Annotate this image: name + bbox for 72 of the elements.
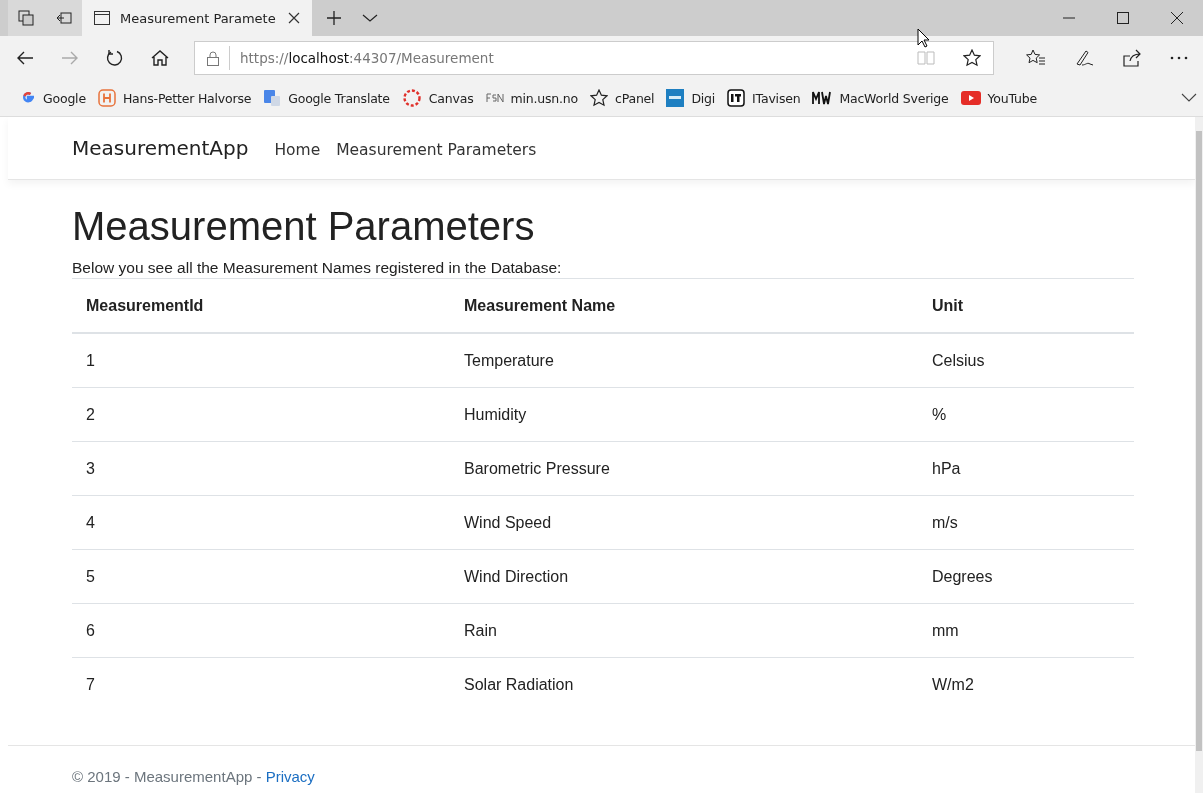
table-cell: m/s (918, 495, 1134, 550)
table-cell: 2 (72, 387, 450, 442)
column-header: Measurement Name (450, 279, 918, 333)
table-cell: 7 (72, 657, 450, 711)
bookmark[interactable]: cPanel (589, 89, 655, 107)
column-header: MeasurementId (72, 279, 450, 333)
table-cell: Solar Radiation (450, 657, 918, 711)
privacy-link[interactable]: Privacy (265, 768, 315, 785)
table-cell: Temperature (450, 333, 918, 388)
chevron-down-icon[interactable] (1181, 93, 1197, 103)
table-cell: % (918, 387, 1134, 442)
favorites-icon[interactable] (1026, 49, 1046, 67)
logo-icon (485, 92, 504, 104)
bookmark[interactable]: YouTube (960, 90, 1037, 106)
table-cell: W/m2 (918, 657, 1134, 711)
table-cell: Barometric Pressure (450, 441, 918, 496)
new-tab-icon[interactable] (326, 10, 342, 26)
chevron-down-icon[interactable] (362, 13, 378, 23)
pen-icon[interactable] (1074, 49, 1094, 67)
table-cell: Celsius (918, 333, 1134, 388)
logo-icon (727, 89, 746, 107)
bookmark[interactable]: ITavisen (727, 89, 801, 107)
column-header: Unit (918, 279, 1134, 333)
star-icon[interactable] (963, 49, 981, 67)
star-icon (589, 89, 608, 107)
table-cell: Wind Speed (450, 495, 918, 550)
bookmark[interactable]: Hans-Petter Halvorse (97, 89, 252, 107)
nav-link[interactable]: Home (274, 141, 321, 159)
browser-tab[interactable]: Measurement Paramete (82, 0, 312, 36)
bookmark[interactable]: MacWorld Sverige (812, 90, 949, 106)
footer-text: © 2019 - MeasurementApp - Privacy (72, 768, 315, 785)
table-cell: 6 (72, 603, 450, 658)
cursor-icon (917, 28, 931, 48)
table-cell: 4 (72, 495, 450, 550)
more-icon[interactable] (1170, 56, 1188, 60)
bookmark[interactable]: Google (20, 90, 86, 106)
table-cell: 3 (72, 441, 450, 496)
share-icon[interactable] (1122, 49, 1142, 67)
bookmark[interactable]: Canvas (401, 88, 474, 108)
close-icon[interactable] (1171, 12, 1183, 24)
back-icon[interactable] (16, 50, 34, 66)
table-cell: Rain (450, 603, 918, 658)
translate-icon (263, 89, 282, 107)
tabs-back-icon[interactable] (56, 10, 72, 26)
bookmark[interactable]: min.usn.no (485, 90, 578, 106)
play-icon (960, 91, 981, 105)
lock-icon (207, 50, 219, 66)
refresh-icon[interactable] (106, 49, 124, 67)
address-field[interactable]: https://localhost:44307/Measurement (194, 41, 994, 75)
ring-icon (401, 88, 422, 108)
table-cell: Degrees (918, 549, 1134, 604)
intro-text: Below you see all the Measurement Names registered in the Database: (72, 259, 1134, 279)
scrollbar[interactable] (1195, 117, 1203, 793)
nav-link[interactable]: Measurement Parameters (336, 141, 537, 159)
table-cell: Wind Direction (450, 549, 918, 604)
page-title: Measurement Parameters (72, 204, 536, 249)
bookmark[interactable]: Digi (666, 89, 716, 107)
tabs-aside-icon[interactable] (18, 10, 34, 26)
table-cell: mm (918, 603, 1134, 658)
home-icon[interactable] (151, 50, 169, 66)
maximize-icon[interactable] (1117, 12, 1129, 24)
table-cell: hPa (918, 441, 1134, 496)
letter-icon (97, 89, 116, 107)
logo-icon (666, 89, 685, 107)
table-cell: 5 (72, 549, 450, 604)
table-cell: Humidity (450, 387, 918, 442)
table-cell: 1 (72, 333, 450, 388)
page-icon (94, 11, 110, 25)
brand-link[interactable]: MeasurementApp (72, 136, 249, 160)
logo-icon (812, 91, 833, 105)
bookmark[interactable]: Google Translate (263, 89, 390, 107)
close-icon[interactable] (288, 12, 300, 24)
